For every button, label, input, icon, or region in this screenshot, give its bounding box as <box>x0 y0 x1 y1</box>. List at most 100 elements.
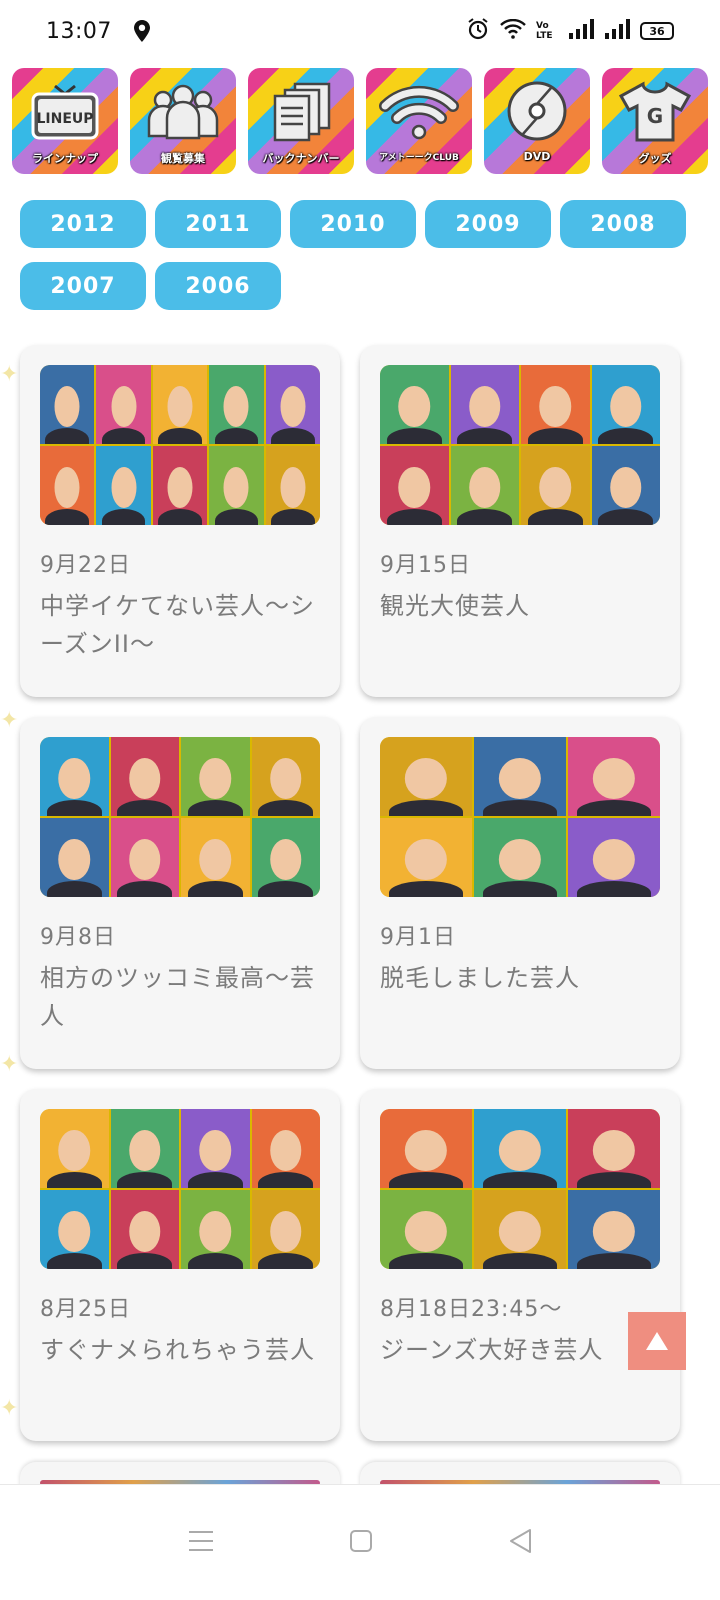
episode-title: 脱毛しました芸人 <box>380 964 580 992</box>
nav-tile-audience[interactable]: 観覧募集 <box>130 68 236 174</box>
year-pill-2007[interactable]: 2007 <box>20 262 146 310</box>
face-photo <box>209 365 264 444</box>
sparkle-icon: ✦ <box>0 1052 19 1077</box>
face-photo <box>521 446 590 525</box>
episode-thumbnail <box>380 1109 660 1269</box>
menu-icon[interactable] <box>188 1530 214 1556</box>
face-photo <box>110 1190 179 1269</box>
face-photo <box>474 818 566 897</box>
face-photo <box>209 446 264 525</box>
face-photo <box>152 446 208 525</box>
system-nav-bar <box>0 1484 720 1600</box>
year-filter: 2012 2011 2010 2009 2008 2007 2006 <box>20 200 690 310</box>
face-photo <box>40 818 109 897</box>
face-photo <box>110 1109 179 1188</box>
year-pill-2010[interactable]: 2010 <box>290 200 416 248</box>
episode-date: 9月15日 <box>380 553 471 578</box>
signal-icon <box>604 19 630 43</box>
back-icon[interactable] <box>508 1528 532 1558</box>
episode-card[interactable]: 9月1日 脱毛しました芸人 <box>360 717 680 1069</box>
face-photo <box>181 737 250 816</box>
face-photo <box>521 365 590 444</box>
status-time: 13:07 <box>46 18 112 44</box>
home-icon[interactable] <box>349 1529 373 1557</box>
tv-lineup-icon: LINEUP <box>25 80 105 142</box>
episode-thumbnail <box>40 737 320 897</box>
face-photo <box>40 737 109 816</box>
sparkle-icon: ✦ <box>0 1396 19 1421</box>
nav-tile-lineup[interactable]: LINEUP ラインナップ <box>12 68 118 174</box>
face-photo <box>265 365 320 444</box>
face-photo <box>474 1190 566 1269</box>
sparkle-icon: ✦ <box>0 362 19 387</box>
sparkle-icon: ✦ <box>0 708 19 733</box>
nav-tile-dvd[interactable]: DVD <box>484 68 590 174</box>
face-photo <box>110 818 179 897</box>
episode-date: 8月18日23:45〜 <box>380 1297 563 1322</box>
battery-icon: 36 <box>640 22 674 40</box>
face-photo <box>251 737 320 816</box>
face-photo <box>380 737 472 816</box>
face-photo <box>152 365 208 444</box>
face-photo <box>474 737 566 816</box>
episode-title: ジーンズ大好き芸人 <box>380 1336 604 1364</box>
signal-icon <box>568 19 594 43</box>
face-photo <box>568 818 660 897</box>
episode-thumbnail <box>40 1109 320 1269</box>
episode-date: 8月25日 <box>40 1297 131 1322</box>
year-pill-2008[interactable]: 2008 <box>560 200 686 248</box>
episode-thumbnail <box>380 365 660 525</box>
episode-date: 9月8日 <box>40 925 116 950</box>
disc-icon <box>497 80 577 142</box>
face-photo <box>474 1109 566 1188</box>
face-photo <box>380 446 449 525</box>
face-photo <box>380 1109 472 1188</box>
nav-tile-club[interactable]: アメトーークCLUB <box>366 68 472 174</box>
nav-tile-label: 観覧募集 <box>161 152 205 165</box>
episode-card[interactable]: 8月25日 すぐナメられちゃう芸人 <box>20 1089 340 1441</box>
episode-title: 相方のツッコミ最高〜芸人 <box>40 964 315 1030</box>
episode-thumbnail <box>380 737 660 897</box>
year-pill-2006[interactable]: 2006 <box>155 262 281 310</box>
episode-card[interactable]: 9月15日 観光大使芸人 <box>360 345 680 697</box>
scroll-top-button[interactable] <box>628 1312 686 1370</box>
episode-card[interactable]: 9月8日 相方のツッコミ最高〜芸人 <box>20 717 340 1069</box>
episode-thumbnail <box>40 365 320 525</box>
face-photo <box>380 365 449 444</box>
face-photo <box>568 1190 660 1269</box>
nav-tile-backnumber[interactable]: バックナンバー <box>248 68 354 174</box>
episode-title: 観光大使芸人 <box>380 592 530 620</box>
year-pill-2012[interactable]: 2012 <box>20 200 146 248</box>
nav-tile-label: DVD <box>523 150 551 163</box>
nav-tile-goods[interactable]: G グッズ <box>602 68 708 174</box>
face-photo <box>568 737 660 816</box>
status-bar: 13:07 Vo LTE 36 <box>0 0 720 62</box>
face-photo <box>568 1109 660 1188</box>
face-photo <box>181 1109 250 1188</box>
lineup-icon-text: LINEUP <box>36 111 94 127</box>
nav-tile-label: ラインナップ <box>32 152 98 165</box>
face-photo <box>380 818 472 897</box>
year-pill-2011[interactable]: 2011 <box>155 200 281 248</box>
face-photo <box>591 446 660 525</box>
face-photo <box>450 446 519 525</box>
nav-tile-label: グッズ <box>638 152 672 165</box>
goods-icon-text: G <box>646 104 664 128</box>
year-pill-2009[interactable]: 2009 <box>425 200 551 248</box>
face-photo <box>591 365 660 444</box>
episode-card[interactable]: 9月22日 中学イケてない芸人〜シーズンII〜 <box>20 345 340 697</box>
episode-card[interactable]: 8月18日23:45〜 ジーンズ大好き芸人 <box>360 1089 680 1441</box>
face-photo <box>96 446 151 525</box>
face-photo <box>110 737 179 816</box>
face-photo <box>380 1190 472 1269</box>
face-photo <box>40 1109 109 1188</box>
volte-icon: Vo LTE <box>536 21 553 41</box>
episode-title: 中学イケてない芸人〜シーズンII〜 <box>40 592 315 658</box>
category-nav: LINEUP ラインナップ 観覧募集 バックナンバー アメトーークCLUB DV… <box>12 68 708 174</box>
face-photo <box>251 1109 320 1188</box>
nav-tile-label: アメトーークCLUB <box>379 153 459 163</box>
alarm-icon <box>466 17 490 45</box>
arrow-up-icon <box>646 1332 668 1350</box>
face-photo <box>96 365 151 444</box>
face-photo <box>265 446 320 525</box>
